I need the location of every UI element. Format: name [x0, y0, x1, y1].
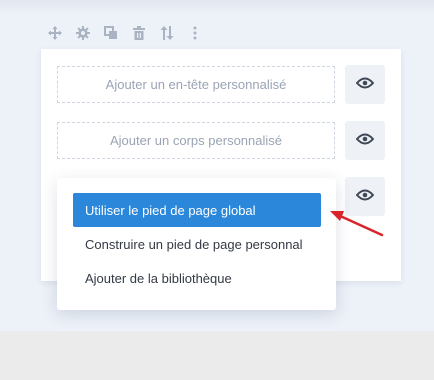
build-custom-footer-option[interactable]: Construire un pied de page personnal [73, 227, 321, 261]
header-visibility-toggle[interactable] [345, 65, 385, 104]
gear-icon[interactable] [74, 24, 92, 42]
sort-arrows-icon[interactable] [158, 24, 176, 42]
add-custom-body-slot[interactable]: Ajouter un corps personnalisé [57, 122, 335, 159]
use-global-footer-option[interactable]: Utiliser le pied de page global [73, 193, 321, 227]
more-vertical-icon[interactable] [186, 24, 204, 42]
add-from-library-option[interactable]: Ajouter de la bibliothèque [73, 261, 321, 295]
eye-icon [355, 132, 375, 150]
section-toolbar [46, 23, 204, 43]
trash-icon[interactable] [130, 24, 148, 42]
bottom-band [0, 331, 434, 380]
top-shadow [0, 0, 434, 14]
eye-icon [355, 76, 375, 94]
eye-icon [355, 188, 375, 206]
move-icon[interactable] [46, 24, 64, 42]
duplicate-icon[interactable] [102, 24, 120, 42]
body-visibility-toggle[interactable] [345, 121, 385, 160]
annotation-arrow-icon [330, 211, 384, 237]
add-custom-header-slot[interactable]: Ajouter un en-tête personnalisé [57, 66, 335, 103]
footer-options-dropdown: Utiliser le pied de page global Construi… [57, 178, 336, 310]
